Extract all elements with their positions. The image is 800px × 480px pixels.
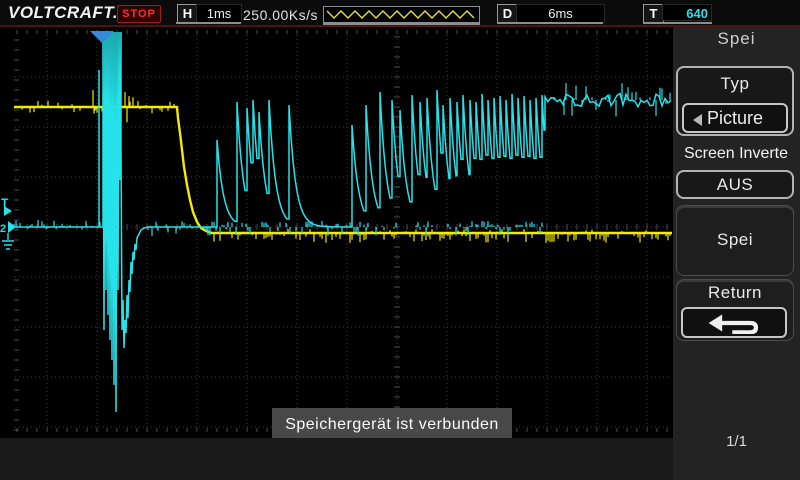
timebase-underline <box>176 22 241 24</box>
top-status-bar: VOLTCRAFT. STOP H 1ms 250.00Ks/s T D 6ms… <box>0 0 800 27</box>
softkey-menu: Spei Typ Picture Screen Inverte AUS Spei… <box>673 27 800 480</box>
delay-underline <box>497 22 603 24</box>
menu-title: Spei <box>717 29 756 48</box>
waveform-display-area: T2 Speichergerät ist verbunden <box>0 30 672 441</box>
channel2-level-icon <box>8 221 16 233</box>
screen-invert-label: Screen Inverte <box>683 145 789 162</box>
type-label: Typ <box>720 74 750 93</box>
delay-value[interactable]: 6ms <box>516 4 605 23</box>
horizontal-badge: H <box>177 4 198 23</box>
timebase-value[interactable]: 1ms <box>196 4 242 23</box>
return-softkey[interactable]: Return <box>676 279 794 341</box>
save-label: Spei <box>716 230 754 249</box>
chevron-left-icon <box>693 114 702 126</box>
waveform-graticule: T2 <box>0 30 672 432</box>
brand-logo: VOLTCRAFT. <box>8 3 119 22</box>
delay-badge: D <box>497 4 518 23</box>
back-arrow-icon <box>708 314 759 335</box>
trigger-level-value[interactable]: 640 <box>662 4 712 21</box>
ground-symbol-icon <box>2 233 14 250</box>
channel-status-bar: 1DCBW2V2DCBW2V3ACBW2mV4ACBW20mV <box>0 438 673 480</box>
screen-invert-softkey[interactable]: AUS <box>676 170 794 199</box>
return-icon-box[interactable] <box>681 307 787 338</box>
type-value-box[interactable]: Picture <box>682 103 788 133</box>
sample-rate: 250.00Ks/s <box>243 7 319 23</box>
menu-page-indicator: 1/1 <box>726 433 747 450</box>
svg-text:2: 2 <box>0 223 6 235</box>
wavebox-underline <box>323 22 480 24</box>
waveform-thumbnail <box>326 10 475 19</box>
type-softkey[interactable]: Typ Picture <box>676 66 794 136</box>
screen-invert-value: AUS <box>716 175 754 194</box>
run-stop-indicator[interactable]: STOP <box>117 5 161 23</box>
type-value: Picture <box>706 108 764 128</box>
return-label: Return <box>707 283 763 302</box>
save-softkey[interactable]: Spei <box>676 205 794 276</box>
status-message-toast: Speichergerät ist verbunden <box>272 408 512 441</box>
trigger-underline <box>643 22 712 24</box>
oscilloscope-screen: VOLTCRAFT. STOP H 1ms 250.00Ks/s T D 6ms… <box>0 0 800 480</box>
trigger-badge: T <box>643 4 664 23</box>
